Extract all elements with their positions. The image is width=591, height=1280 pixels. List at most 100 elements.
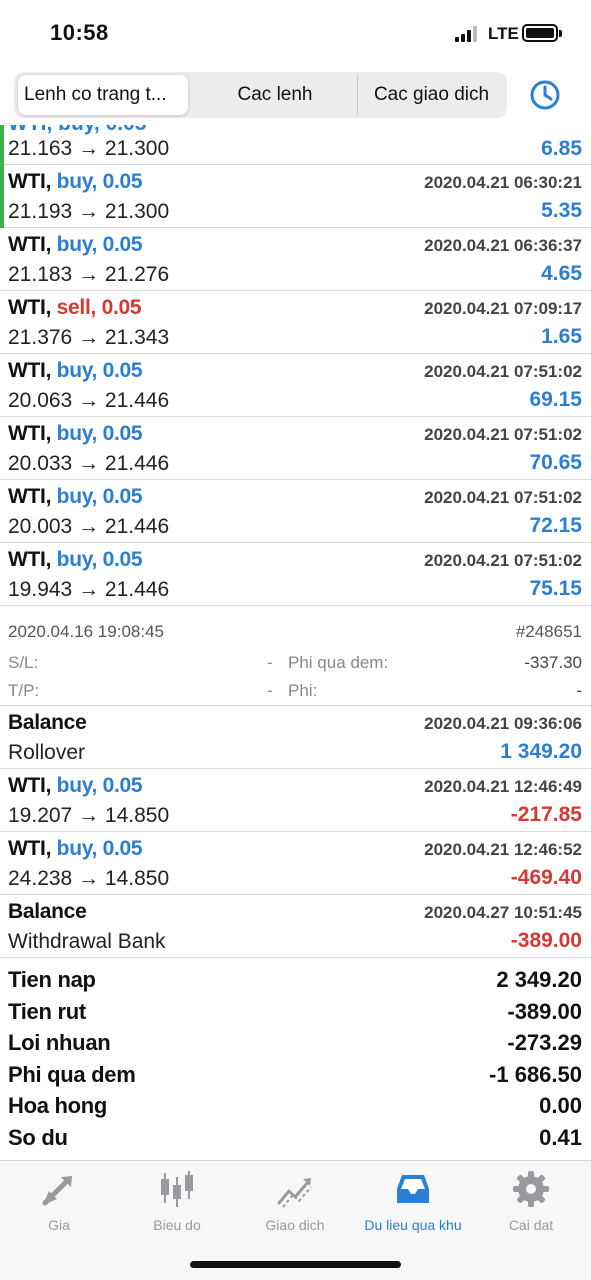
- trade-title: WTI, buy, 0.05: [8, 485, 143, 509]
- trade-side: buy, 0.05: [56, 422, 143, 445]
- trade-prices: 21.193 → 21.300: [8, 200, 170, 223]
- trade-symbol: WTI,: [8, 359, 52, 382]
- network-label: LTE: [488, 24, 519, 43]
- gear-icon: [513, 1171, 549, 1207]
- row-subtitle: Withdrawal Bank: [8, 930, 166, 953]
- row-title-main: WTI,: [8, 774, 52, 797]
- trade-time: 2020.04.21 07:09:17: [424, 299, 582, 318]
- summary-row: Loi nhuan -273.29: [0, 1027, 591, 1059]
- trade-profit: 1.65: [541, 325, 582, 348]
- segment-open-positions[interactable]: Lenh co trang t...: [18, 75, 188, 115]
- trade-time: 2020.04.21 06:30:21: [424, 173, 582, 192]
- trade-symbol: WTI,: [8, 233, 52, 256]
- trade-side: buy, 0.05: [56, 837, 143, 860]
- tab-label: Du lieu qua khu: [364, 1217, 462, 1233]
- trade-row[interactable]: WTI, buy, 0.05 2020.04.21 12:46:52 24.238 …: [0, 832, 591, 895]
- tab-trade[interactable]: Giao dich: [236, 1169, 354, 1239]
- trade-title: WTI, buy, 0.05: [8, 170, 143, 194]
- summary-label: Hoa hong: [8, 1093, 108, 1118]
- history-list: WTI, buy, 0.05 21.163 → 21.300 6.85 WTI,…: [0, 125, 591, 1160]
- trade-title: WTI, buy, 0.05: [8, 233, 143, 257]
- tab-label: Giao dich: [265, 1217, 325, 1233]
- segment-orders[interactable]: Cac lenh: [194, 75, 356, 115]
- trade-side: buy, 0.05: [56, 359, 143, 382]
- trade-title: WTI, buy, 0.05: [8, 359, 143, 383]
- history-segmented-control: Lenh co trang t... Cac lenh Cac giao dic…: [14, 72, 507, 118]
- trade-side: buy, 0.05: [56, 548, 143, 571]
- summary-value: -389.00: [507, 998, 582, 1024]
- row-time: 2020.04.21 09:36:06: [424, 714, 582, 733]
- battery-icon: [522, 24, 558, 42]
- status-time: 10:58: [50, 20, 109, 45]
- summary-row: Phi qua dem -1 686.50: [0, 1059, 591, 1091]
- trade-symbol: WTI,: [8, 422, 52, 445]
- segment-deals[interactable]: Cac giao dich: [357, 75, 505, 115]
- trade-symbol: WTI,: [8, 485, 52, 508]
- trade-title: WTI, buy, 0.05: [8, 125, 146, 136]
- trade-title: WTI, buy, 0.05: [8, 548, 143, 572]
- later-rows: Balance 2020.04.21 09:36:06 Rollover 1 349.…: [0, 706, 591, 958]
- trade-profit: 4.65: [541, 262, 582, 285]
- open-marker: [0, 125, 4, 165]
- trade-side: sell, 0.05: [56, 296, 142, 319]
- trade-profit: 69.15: [529, 388, 582, 411]
- detail-tp-value: -: [267, 681, 273, 700]
- detail-date: 2020.04.16 19:08:45: [8, 622, 164, 641]
- trade-profit: 5.35: [541, 199, 582, 222]
- balance-row[interactable]: Balance 2020.04.27 10:51:45 Withdrawal Ban…: [0, 895, 591, 958]
- summary-value: 0.41: [539, 1124, 582, 1150]
- detail-tp-label: T/P:: [8, 681, 40, 700]
- tab-label: Bieu do: [153, 1217, 201, 1233]
- trade-prices: 19.943 → 21.446: [8, 578, 170, 601]
- row-title-main: Balance: [8, 711, 87, 734]
- trade-time: 2020.04.21 06:36:37: [424, 236, 582, 255]
- trade-row[interactable]: WTI, buy, 0.05 2020.04.21 07:51:02 20.063 …: [0, 354, 591, 417]
- trade-row[interactable]: WTI, buy, 0.05 21.163 → 21.300 6.85: [0, 125, 591, 165]
- period-clock-icon[interactable]: [528, 78, 562, 112]
- summary-value: -1 686.50: [489, 1061, 582, 1087]
- summary-row: Tien nap 2 349.20: [0, 964, 591, 996]
- balance-row[interactable]: Balance 2020.04.21 09:36:06 Rollover 1 349.…: [0, 706, 591, 769]
- trade-row[interactable]: WTI, sell, 0.05 2020.04.21 07:09:17 21.376…: [0, 291, 591, 354]
- trade-prices: 20.003 → 21.446: [8, 515, 170, 538]
- summary-label: Tien rut: [8, 998, 86, 1024]
- trade-row[interactable]: WTI, buy, 0.05 2020.04.21 06:30:21 21.193 …: [0, 165, 591, 228]
- price-arrows-icon: [42, 1176, 72, 1206]
- trade-prices: 20.063 → 21.446: [8, 389, 170, 412]
- summary-row: Hoa hong 0.00: [0, 1090, 591, 1122]
- trade-row[interactable]: WTI, buy, 0.05 2020.04.21 07:51:02 20.033 …: [0, 417, 591, 480]
- candlestick-icon: [161, 1171, 193, 1207]
- row-title: WTI, buy, 0.05: [8, 837, 143, 861]
- tab-quotes[interactable]: Gia: [0, 1169, 118, 1239]
- row-amount: -469.40: [510, 866, 582, 889]
- trade-row[interactable]: WTI, buy, 0.05 2020.04.21 12:46:49 19.207 …: [0, 769, 591, 832]
- row-amount: -217.85: [510, 803, 582, 826]
- open-marker: [0, 165, 4, 228]
- detail-sl-label: S/L:: [8, 653, 39, 672]
- trade-time: 2020.04.21 07:51:02: [424, 488, 582, 507]
- trade-side: buy, 0.05: [56, 485, 143, 508]
- trade-row[interactable]: WTI, buy, 0.05 2020.04.21 07:51:02 20.003 …: [0, 480, 591, 543]
- detail-fee-value: -: [576, 681, 582, 700]
- tab-history[interactable]: Du lieu qua khu: [354, 1169, 472, 1239]
- trade-time: 2020.04.21 07:51:02: [424, 425, 582, 444]
- home-indicator[interactable]: [190, 1261, 401, 1268]
- row-subtitle: 19.207 → 14.850: [8, 804, 170, 827]
- detail-swap-label: Phi qua dem:: [288, 653, 389, 672]
- trade-row[interactable]: WTI, buy, 0.05 2020.04.21 07:51:02 19.943 …: [0, 543, 591, 606]
- summary-label: Loi nhuan: [8, 1030, 111, 1055]
- trade-symbol: WTI,: [8, 170, 52, 193]
- trade-title: WTI, buy, 0.05: [8, 422, 143, 446]
- trade-chart-icon: [277, 1178, 312, 1208]
- trade-profit: 6.85: [541, 137, 582, 160]
- tab-label: Gia: [48, 1217, 70, 1233]
- trade-prices: 20.033 → 21.446: [8, 452, 170, 475]
- tab-chart[interactable]: Bieu do: [118, 1169, 236, 1239]
- account-summary: Tien nap 2 349.20 Tien rut -389.00 Loi nhuan…: [0, 958, 591, 1153]
- trade-row[interactable]: WTI, buy, 0.05 2020.04.21 06:36:37 21.183 …: [0, 228, 591, 291]
- tab-settings[interactable]: Cai dat: [472, 1169, 590, 1239]
- trade-side: buy, 0.05: [56, 233, 143, 256]
- row-title-main: WTI,: [8, 837, 52, 860]
- row-amount: -389.00: [510, 929, 582, 952]
- row-subtitle: Rollover: [8, 741, 86, 764]
